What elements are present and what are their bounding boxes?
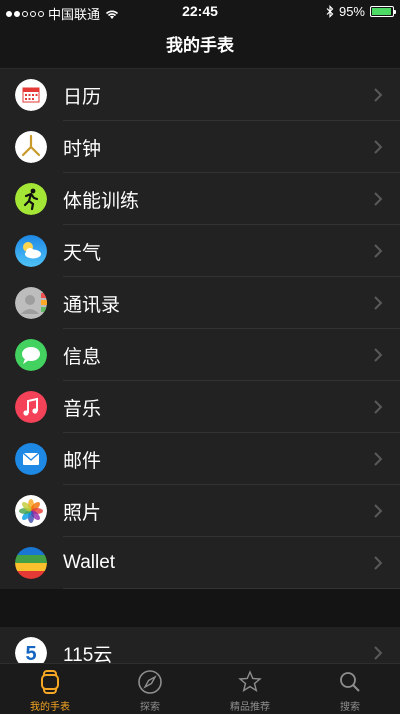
chevron-right-icon xyxy=(374,88,383,102)
chevron-right-icon xyxy=(374,504,383,518)
app-row-workout[interactable]: 体能训练 xyxy=(0,173,400,225)
app-label: 通讯录 xyxy=(63,294,121,316)
mail-icon xyxy=(15,443,47,475)
chevron-right-icon xyxy=(374,348,383,362)
watch-icon xyxy=(41,670,59,694)
chevron-right-icon xyxy=(374,140,383,154)
tab-featured[interactable]: 精品推荐 xyxy=(200,664,300,714)
app-label: 体能训练 xyxy=(63,190,140,212)
chevron-right-icon xyxy=(374,244,383,258)
app-label: 照片 xyxy=(63,502,102,524)
tab-label: 精品推荐 xyxy=(230,702,270,713)
tab-label: 探索 xyxy=(140,702,160,713)
chevron-right-icon xyxy=(374,192,383,206)
contacts-icon xyxy=(15,287,47,319)
svg-text:5: 5 xyxy=(25,643,36,665)
featured-icon xyxy=(238,670,262,693)
chevron-right-icon xyxy=(374,646,383,660)
app-label: 天气 xyxy=(63,242,102,264)
app-label: 信息 xyxy=(63,346,102,368)
tab-search[interactable]: 搜索 xyxy=(300,664,400,714)
tab-explore[interactable]: 探索 xyxy=(100,664,200,714)
app-row-wallet[interactable]: Wallet xyxy=(0,537,400,589)
chevron-right-icon xyxy=(374,452,383,466)
app-row-contacts[interactable]: 通讯录 xyxy=(0,277,400,329)
page-title: 我的手表 xyxy=(166,36,234,55)
section-gap xyxy=(0,589,400,627)
navigation-bar: 我的手表 xyxy=(0,24,400,69)
chevron-right-icon xyxy=(374,400,383,414)
tab-label: 我的手表 xyxy=(30,702,70,713)
messages-icon xyxy=(15,339,47,371)
app-row-music[interactable]: 音乐 xyxy=(0,381,400,433)
app-row-clock[interactable]: 时钟 xyxy=(0,121,400,173)
compass-icon xyxy=(138,670,162,694)
app-row-messages[interactable]: 信息 xyxy=(0,329,400,381)
app-label: 音乐 xyxy=(63,398,102,420)
search-icon xyxy=(340,672,360,692)
tab-bar: 我的手表 探索 精品推荐 搜索 xyxy=(0,663,400,714)
app-row-calendar[interactable]: 日历 xyxy=(0,69,400,121)
battery-percent: 95% xyxy=(338,4,365,19)
tab-my-watch[interactable]: 我的手表 xyxy=(0,664,100,714)
chevron-right-icon xyxy=(374,556,383,570)
clock-icon xyxy=(15,131,47,163)
photos-icon xyxy=(15,495,47,527)
app-row-mail[interactable]: 邮件 xyxy=(0,433,400,485)
app-list: 日历 时钟 体能训练 天气 通讯录 信息 音乐 邮件 照片 Wallet 5 115云 xyxy=(0,69,400,679)
app-row-weather[interactable]: 天气 xyxy=(0,225,400,277)
app-label: Wallet xyxy=(63,552,116,573)
wallet-icon xyxy=(15,547,47,579)
app-label: 日历 xyxy=(63,86,102,108)
bluetooth-icon xyxy=(326,5,334,18)
chevron-right-icon xyxy=(374,296,383,310)
app-label: 邮件 xyxy=(63,450,102,472)
weather-icon xyxy=(15,235,47,267)
app-label: 时钟 xyxy=(63,138,102,160)
row-separator xyxy=(63,588,400,589)
calendar-icon xyxy=(15,79,47,111)
status-bar: 中国联通 22:45 95% xyxy=(0,0,400,24)
workout-icon xyxy=(15,183,47,215)
music-icon xyxy=(15,391,47,423)
battery-icon xyxy=(370,6,396,17)
app-row-photos[interactable]: 照片 xyxy=(0,485,400,537)
status-right: 95% xyxy=(326,4,396,19)
tab-label: 搜索 xyxy=(340,702,360,713)
